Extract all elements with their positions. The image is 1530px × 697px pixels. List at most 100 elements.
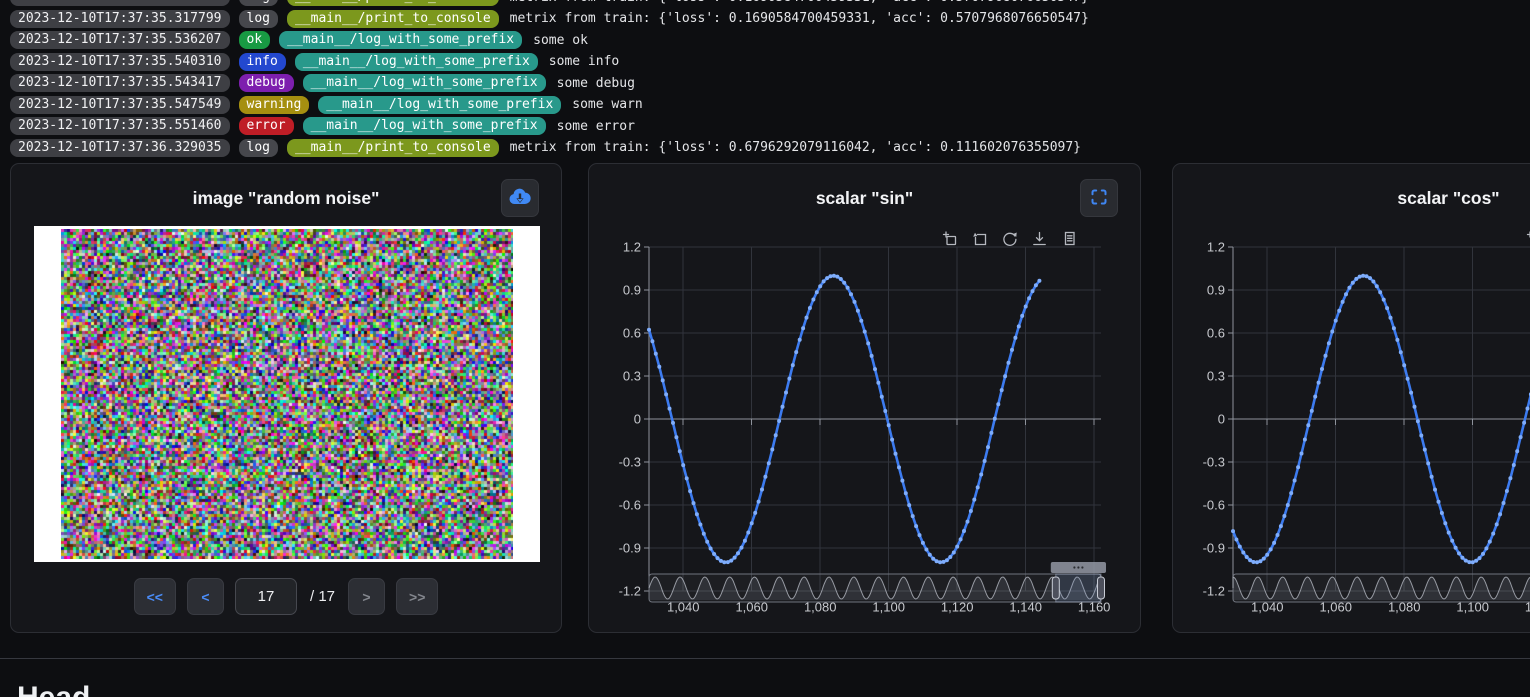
- source-badge: __main__/print_to_console: [287, 0, 499, 6]
- source-badge: __main__/log_with_some_prefix: [295, 53, 538, 71]
- save-image-icon[interactable]: [1031, 230, 1048, 247]
- log-row: 2023-12-10T17:37:36.329035 log __main__/pr…: [10, 139, 1089, 157]
- log-message: some error: [557, 119, 635, 134]
- timestamp-badge: 2023-12-10T17:37:35.540310: [10, 53, 230, 71]
- timestamp-badge: 2023-12-10T17:37:35.547549: [10, 96, 230, 114]
- log-row: 2023-12-10T17:37:35.543417 debug __main__/…: [10, 74, 1089, 92]
- y-tick-label: 0: [1218, 412, 1225, 427]
- cos-chart-canvas[interactable]: 1.2 0.9 0.6 0.3 0 -0.3 -0.6 -0.9 -1.2 1,040 1,060 1…: [1173, 164, 1530, 634]
- x-tick-label: 1,120: [941, 600, 974, 615]
- x-tick-label: 1,140: [1009, 600, 1042, 615]
- x-tick-label: 1,100: [1456, 600, 1489, 615]
- y-tick-label: -0.3: [1203, 455, 1225, 470]
- timestamp-badge: 2023-12-10T17:37:35.317799: [10, 10, 230, 28]
- y-tick-label: -1.2: [1203, 584, 1225, 599]
- bottom-heading: Head: [17, 681, 90, 697]
- source-badge: __main__/log_with_some_prefix: [303, 117, 546, 135]
- log-row: 2023-12-10T17:37:35.540310 info __main__/l…: [10, 53, 1089, 71]
- timestamp-badge: 2023-12-10T17:37:36.329035: [10, 139, 230, 157]
- cloud-download-icon: [507, 185, 533, 212]
- x-tick-label: 1,060: [735, 600, 768, 615]
- datazoom-handle-right[interactable]: [1098, 577, 1105, 599]
- y-tick-label: -0.9: [619, 541, 641, 556]
- zoom-icon[interactable]: [1525, 230, 1530, 247]
- prev-page-button[interactable]: <: [187, 578, 224, 615]
- data-view-icon[interactable]: [1061, 230, 1078, 247]
- y-tick-label: -0.3: [619, 455, 641, 470]
- source-badge: __main__/log_with_some_prefix: [303, 74, 546, 92]
- log-output: 2023-12-10T17:37:35.317799 log __main__/pr…: [10, 0, 1089, 157]
- zoom-icon[interactable]: [941, 230, 958, 247]
- log-row: 2023-12-10T17:37:35.317799 log __main__/pr…: [10, 0, 1089, 6]
- source-badge: __main__/print_to_console: [287, 10, 499, 28]
- y-tick-label: -0.6: [1203, 498, 1225, 513]
- log-message: metrix from train: {'loss': 0.1690584700…: [510, 11, 1089, 26]
- datazoom-window[interactable]: [1056, 574, 1101, 602]
- log-message: some ok: [533, 33, 588, 48]
- y-tick-label: -0.6: [619, 498, 641, 513]
- y-tick-label: 0.3: [623, 369, 641, 384]
- x-tick-label: 1,040: [667, 600, 700, 615]
- x-tick-label: 1,080: [1388, 600, 1421, 615]
- x-tick-label: 1,040: [1251, 600, 1284, 615]
- datazoom-handle-left[interactable]: [1052, 577, 1059, 599]
- image-pagination: << < / 17 > >>: [11, 578, 561, 615]
- log-message: metrix from train: {'loss': 0.6796292079…: [510, 140, 1081, 155]
- timestamp-badge: 2023-12-10T17:37:35.543417: [10, 74, 230, 92]
- source-badge: __main__/print_to_console: [287, 139, 499, 157]
- x-tick-label: 1,160: [1078, 600, 1111, 615]
- level-badge: log: [239, 139, 278, 157]
- log-message: some info: [549, 54, 619, 69]
- y-tick-label: 0.6: [1207, 326, 1225, 341]
- page-total-label: / 17: [310, 588, 335, 605]
- y-tick-label: 0.9: [1207, 283, 1225, 298]
- y-tick-label: 0.9: [623, 283, 641, 298]
- y-tick-label: 1.2: [1207, 240, 1225, 255]
- source-badge: __main__/log_with_some_prefix: [318, 96, 561, 114]
- timestamp-badge: 2023-12-10T17:37:35.317799: [10, 0, 230, 6]
- x-tick-label: 1,060: [1319, 600, 1352, 615]
- source-badge: __main__/log_with_some_prefix: [279, 31, 522, 49]
- log-row: 2023-12-10T17:37:35.317799 log __main__/pr…: [10, 10, 1089, 28]
- log-message: some debug: [557, 76, 635, 91]
- chart-toolbox: [941, 230, 1078, 247]
- level-badge: info: [239, 53, 286, 71]
- level-badge: error: [239, 117, 294, 135]
- level-badge: warning: [239, 96, 310, 114]
- page-number-input[interactable]: [235, 578, 297, 615]
- log-row: 2023-12-10T17:37:35.547549 warning __main_…: [10, 96, 1089, 114]
- y-tick-label: -1.2: [619, 584, 641, 599]
- card-title: image "random noise": [11, 188, 561, 209]
- log-row: 2023-12-10T17:37:35.536207 ok __main__/log…: [10, 31, 1089, 49]
- first-page-button[interactable]: <<: [134, 578, 176, 615]
- y-tick-label: -0.9: [1203, 541, 1225, 556]
- x-tick-label: 1,100: [872, 600, 905, 615]
- x-tick-label: 1,120: [1525, 600, 1530, 615]
- log-row: 2023-12-10T17:37:35.551460 error __main__/…: [10, 117, 1089, 135]
- noise-pixels: [61, 229, 513, 559]
- scalar-sin-card: scalar "sin" 1.20.90.60.30-0.3-0.6-0.9-1…: [588, 163, 1141, 633]
- image-card: image "random noise" << < / 17 > >>: [10, 163, 562, 633]
- noise-image: [34, 226, 540, 562]
- chart-toolbox: [1525, 230, 1530, 247]
- level-badge: debug: [239, 74, 294, 92]
- y-tick-label: 0.6: [623, 326, 641, 341]
- next-page-button[interactable]: >: [348, 578, 385, 615]
- timestamp-badge: 2023-12-10T17:37:35.536207: [10, 31, 230, 49]
- y-tick-label: 1.2: [623, 240, 641, 255]
- scalar-cos-card: scalar "cos" 1.20.90.60.30-0.3-0.6-0.9-1…: [1172, 163, 1530, 633]
- y-tick-label: 0.3: [1207, 369, 1225, 384]
- log-message: metrix from train: {'loss': 0.1690584700…: [510, 0, 1089, 5]
- restore-icon[interactable]: [1001, 230, 1018, 247]
- section-divider: [0, 658, 1530, 659]
- x-tick-label: 1,080: [804, 600, 837, 615]
- level-badge: log: [239, 0, 278, 6]
- level-badge: log: [239, 10, 278, 28]
- zoom-reset-icon[interactable]: [971, 230, 988, 247]
- timestamp-badge: 2023-12-10T17:37:35.551460: [10, 117, 230, 135]
- y-tick-label: 0: [634, 412, 641, 427]
- last-page-button[interactable]: >>: [396, 578, 438, 615]
- download-image-button[interactable]: [501, 179, 539, 217]
- level-badge: ok: [239, 31, 271, 49]
- log-message: some warn: [572, 97, 642, 112]
